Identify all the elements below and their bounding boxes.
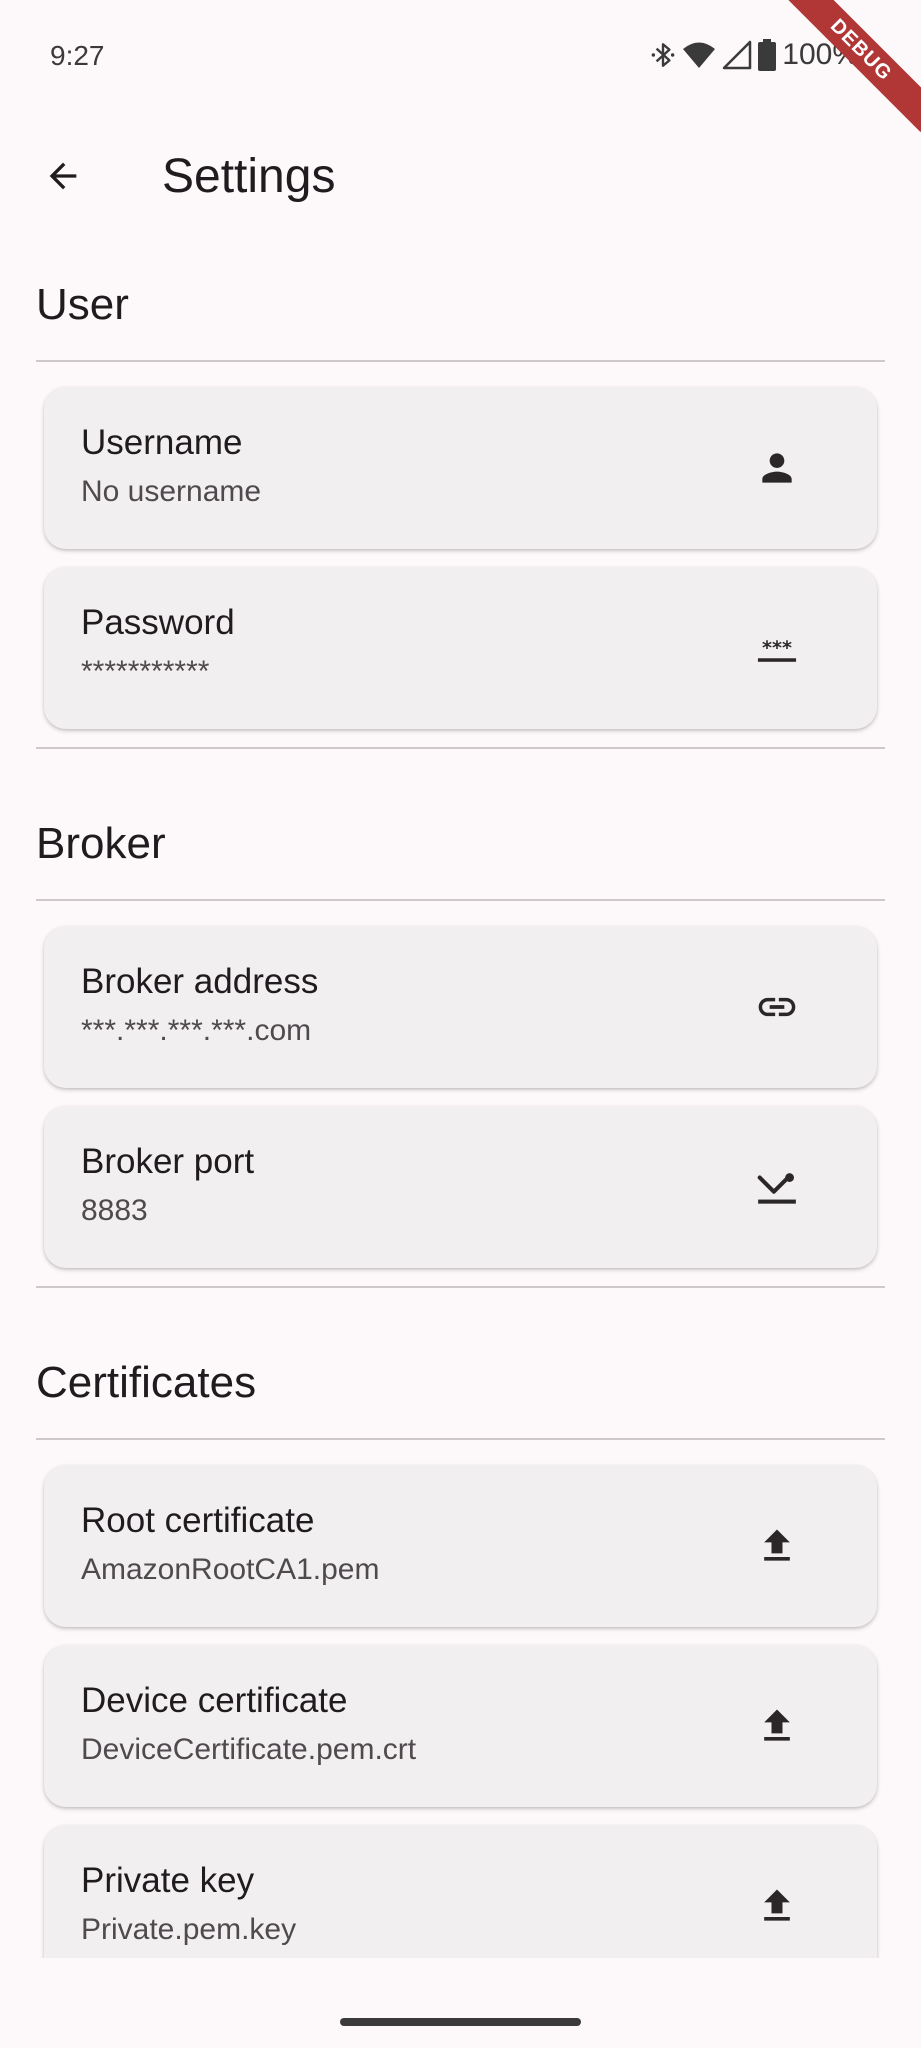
status-bar: 9:27 100% <box>0 0 921 115</box>
home-indicator[interactable] <box>340 2018 581 2026</box>
setting-value: AmazonRootCA1.pem <box>81 1553 380 1586</box>
back-button[interactable] <box>30 145 96 211</box>
setting-title: Broker port <box>81 1142 255 1181</box>
password-setting-card[interactable]: Password *********** *** <box>44 567 877 729</box>
section-title-certificates: Certificates <box>36 1358 257 1407</box>
bluetooth-icon <box>650 40 676 70</box>
wifi-icon <box>682 40 716 70</box>
root-certificate-setting-card[interactable]: Root certificate AmazonRootCA1.pem <box>44 1465 877 1627</box>
setting-value: 8883 <box>81 1194 148 1227</box>
cell-signal-icon <box>722 40 752 70</box>
section-title-user: User <box>36 280 129 329</box>
setting-value: ***.***.***.***.com <box>81 1014 312 1047</box>
battery-icon <box>758 39 777 71</box>
app-bar: Settings <box>0 115 921 245</box>
username-setting-card[interactable]: Username No username <box>44 387 877 549</box>
upload-icon <box>755 1884 799 1928</box>
setting-value: DeviceCertificate.pem.crt <box>81 1733 417 1766</box>
setting-value: *********** <box>81 655 210 688</box>
upload-icon <box>755 1704 799 1748</box>
setting-title: Username <box>81 423 243 462</box>
setting-title: Root certificate <box>81 1501 315 1540</box>
page-title: Settings <box>162 150 336 203</box>
section-broker: Broker Broker address ***.***.***.***.co… <box>0 819 921 1288</box>
setting-value: Private.pem.key <box>81 1913 297 1946</box>
setting-title: Password <box>81 603 235 642</box>
person-icon <box>755 446 799 490</box>
arrow-back-icon <box>43 156 83 201</box>
upload-icon <box>755 1524 799 1568</box>
status-icons: 100% <box>650 38 859 72</box>
setting-title: Private key <box>81 1861 255 1900</box>
broker-port-setting-card[interactable]: Broker port 8883 <box>44 1106 877 1268</box>
status-time: 9:27 <box>50 40 105 71</box>
device-certificate-setting-card[interactable]: Device certificate DeviceCertificate.pem… <box>44 1645 877 1807</box>
private-key-setting-card[interactable]: Private key Private.pem.key <box>44 1825 877 1958</box>
link-icon <box>755 985 799 1029</box>
broker-address-setting-card[interactable]: Broker address ***.***.***.***.com <box>44 926 877 1088</box>
password-icon: *** <box>755 626 799 670</box>
divider <box>36 1286 885 1288</box>
section-user: User Username No username Password *****… <box>0 280 921 749</box>
svg-text:***: *** <box>762 637 792 659</box>
settings-list[interactable]: User Username No username Password *****… <box>0 245 921 1958</box>
setting-value: No username <box>81 475 262 508</box>
section-title-broker: Broker <box>36 819 166 868</box>
divider <box>36 747 885 749</box>
section-certificates: Certificates Root certificate AmazonRoot… <box>0 1358 921 1958</box>
setting-title: Device certificate <box>81 1681 348 1720</box>
setting-title: Broker address <box>81 962 319 1001</box>
port-icon <box>755 1165 799 1209</box>
